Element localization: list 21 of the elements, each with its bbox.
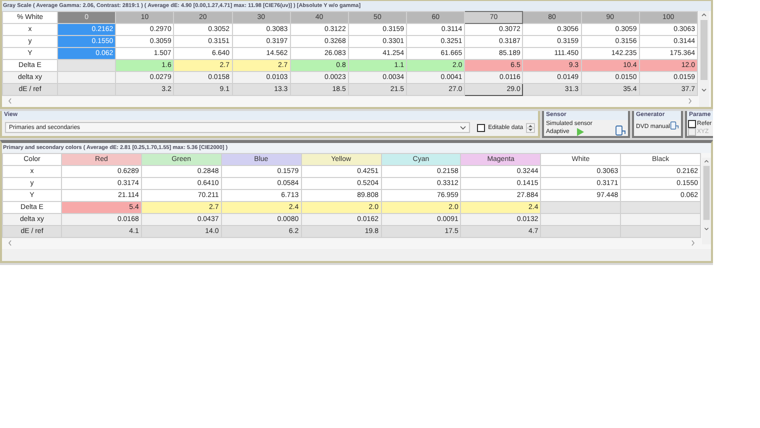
table-cell[interactable] xyxy=(540,226,621,238)
table-cell[interactable] xyxy=(620,226,700,238)
device-icon[interactable] xyxy=(670,120,679,131)
device-icon[interactable] xyxy=(615,125,626,136)
play-icon[interactable] xyxy=(577,128,584,136)
scrollbar[interactable] xyxy=(699,11,709,107)
table-cell[interactable] xyxy=(58,84,116,96)
table-cell[interactable] xyxy=(58,60,116,72)
chevron-down-icon xyxy=(460,126,466,130)
table-cell[interactable] xyxy=(540,214,621,226)
table-cell[interactable] xyxy=(620,202,700,214)
chevron-left-icon[interactable] xyxy=(8,98,12,104)
table-cell[interactable] xyxy=(540,202,621,214)
table-cell[interactable] xyxy=(58,72,116,84)
chevron-right-icon[interactable] xyxy=(691,240,695,246)
checkbox[interactable] xyxy=(688,120,696,128)
table-cell[interactable] xyxy=(620,214,700,226)
chevron-right-icon[interactable] xyxy=(688,98,692,104)
chevron-left-icon[interactable] xyxy=(8,240,12,246)
spinner-icon[interactable] xyxy=(526,122,535,132)
checkbox[interactable] xyxy=(477,124,486,132)
